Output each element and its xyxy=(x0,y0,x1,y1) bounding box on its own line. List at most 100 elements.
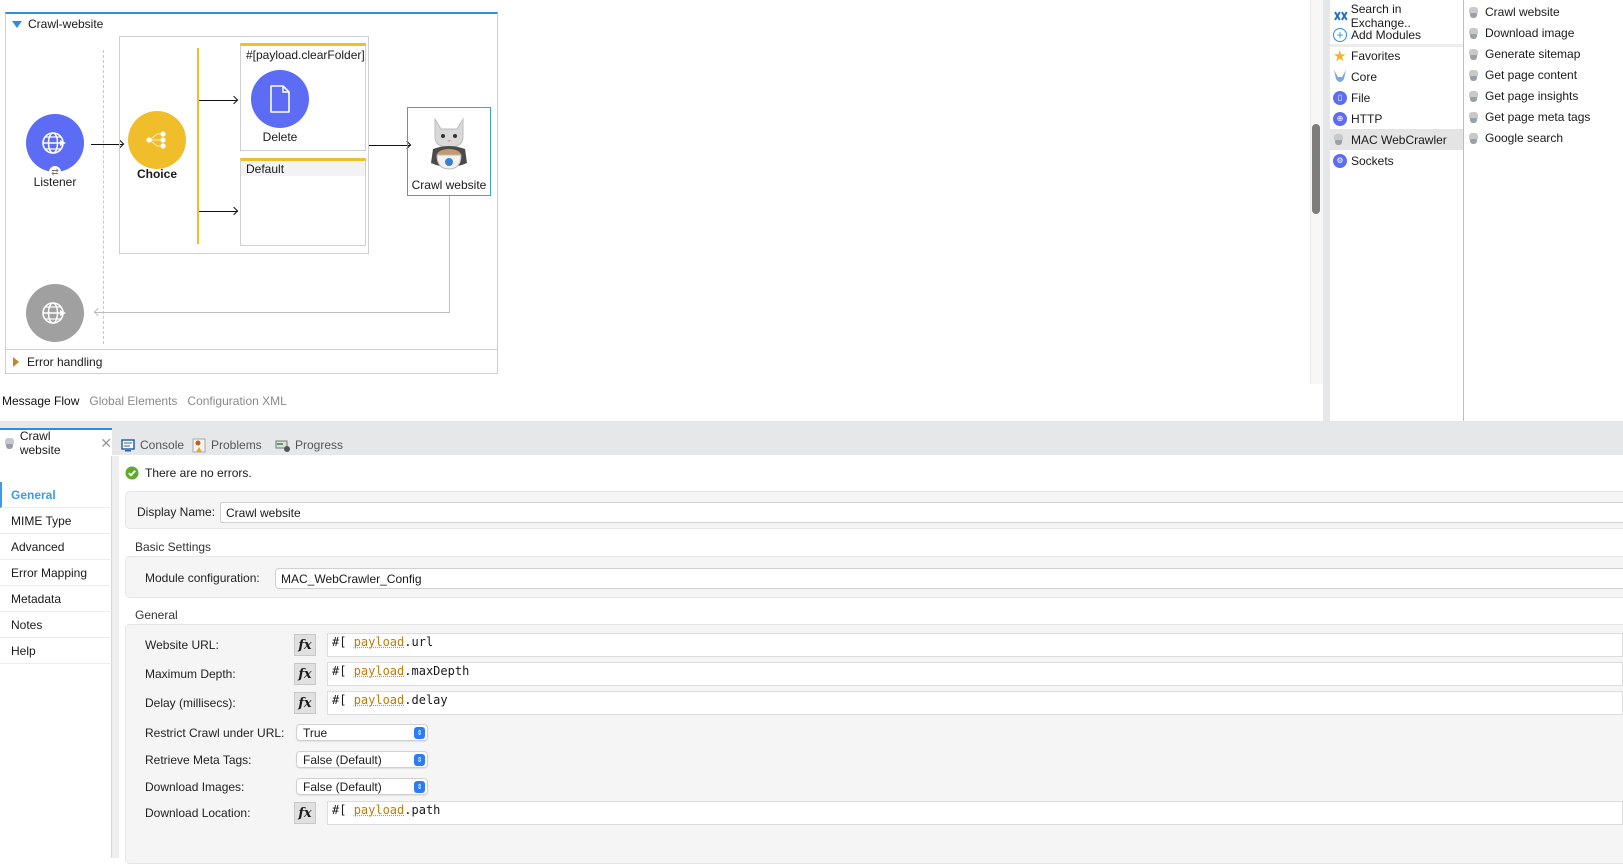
add-modules-button[interactable]: + Add Modules xyxy=(1330,24,1463,45)
expr-prefix: #[ xyxy=(332,664,347,678)
palette-categories: Search in Exchange.. + Add Modules ★ Fav… xyxy=(1330,0,1464,421)
category-label: Favorites xyxy=(1351,48,1401,63)
tab-message-flow[interactable]: Message Flow xyxy=(2,394,79,408)
palette-splitter[interactable] xyxy=(1323,0,1330,421)
download-location-input[interactable]: #[ payload.path xyxy=(327,801,1623,825)
delay-input[interactable]: #[ payload.delay xyxy=(327,691,1623,715)
operation-download-image[interactable]: Download image xyxy=(1468,26,1574,40)
nav-notes[interactable]: Notes xyxy=(0,612,112,638)
fx-toggle-button[interactable]: fx xyxy=(294,692,316,714)
webcrawler-icon xyxy=(1468,90,1479,103)
operation-label: Get page content xyxy=(1485,68,1578,82)
expr-field: .delay xyxy=(404,693,448,707)
globe-icon xyxy=(42,132,66,154)
operation-google-search[interactable]: Google search xyxy=(1468,131,1563,145)
display-name-label: Display Name: xyxy=(137,505,216,519)
palette-scrollbar-thumb[interactable] xyxy=(1312,124,1320,214)
delay-label: Delay (millisecs): xyxy=(145,696,236,710)
editor-tab-crawl-website[interactable]: Crawl website ✕ xyxy=(0,428,112,457)
collapse-icon[interactable] xyxy=(12,20,22,28)
expr-prefix: #[ xyxy=(332,693,347,707)
fx-toggle-button[interactable]: fx xyxy=(294,802,316,824)
nav-splitter[interactable] xyxy=(112,456,119,858)
listener-response[interactable] xyxy=(26,284,84,342)
webcrawler-mascot-icon xyxy=(431,117,467,170)
status-message: There are no errors. xyxy=(125,466,252,480)
webcrawler-icon xyxy=(1468,69,1479,82)
search-exchange-button[interactable]: Search in Exchange.. xyxy=(1330,2,1463,30)
select-value: False (Default) xyxy=(303,752,382,767)
operation-label: Get page meta tags xyxy=(1485,110,1591,124)
nav-metadata[interactable]: Metadata xyxy=(0,586,112,612)
listener-component[interactable] xyxy=(26,114,84,172)
module-config-select[interactable]: MAC_WebCrawler_Config xyxy=(275,568,1623,589)
fx-toggle-button[interactable]: fx xyxy=(294,634,316,656)
sockets-icon: ⚙ xyxy=(1333,153,1347,168)
download-images-select[interactable]: False (Default) ⇕ xyxy=(296,778,428,795)
expr-keyword: payload xyxy=(353,635,405,649)
category-http[interactable]: ⊕ HTTP xyxy=(1330,108,1463,129)
operation-get-page-content[interactable]: Get page content xyxy=(1468,68,1577,82)
fx-toggle-button[interactable]: fx xyxy=(294,663,316,685)
close-icon[interactable]: ✕ xyxy=(100,435,112,452)
category-favorites[interactable]: ★ Favorites xyxy=(1330,45,1463,66)
nav-general[interactable]: General xyxy=(0,482,112,508)
flow-canvas[interactable]: Crawl-website ⇄ Listener Choice #[payloa… xyxy=(5,12,498,374)
webcrawler-icon xyxy=(4,437,15,450)
category-core[interactable]: Core xyxy=(1330,66,1463,87)
nav-mime-type[interactable]: MIME Type xyxy=(0,508,112,534)
operation-generate-sitemap[interactable]: Generate sitemap xyxy=(1468,47,1580,61)
website-url-label: Website URL: xyxy=(145,638,219,652)
delete-label: Delete xyxy=(262,130,298,144)
error-handling-section[interactable]: Error handling xyxy=(6,349,497,373)
expr-field: .url xyxy=(404,635,434,649)
add-modules-label: Add Modules xyxy=(1351,27,1422,42)
mule-icon xyxy=(1334,69,1346,82)
select-value: False (Default) xyxy=(303,779,382,794)
display-name-input[interactable]: Crawl website xyxy=(220,502,1623,523)
default-route[interactable]: Default xyxy=(240,158,366,246)
operation-get-page-meta-tags[interactable]: Get page meta tags xyxy=(1468,110,1590,124)
updown-chevron-icon: ⇕ xyxy=(414,754,425,766)
listener-label: Listener xyxy=(33,175,77,189)
category-sockets[interactable]: ⚙ Sockets xyxy=(1330,150,1463,171)
retrieve-meta-tags-label: Retrieve Meta Tags: xyxy=(145,753,252,767)
problems-icon xyxy=(192,438,206,452)
operation-label: Crawl website xyxy=(1485,5,1560,19)
choice-router[interactable] xyxy=(128,111,186,169)
retrieve-meta-tags-select[interactable]: False (Default) ⇕ xyxy=(296,751,428,768)
view-tabs: Message Flow Global Elements Configurati… xyxy=(2,394,287,408)
editor-tab-label: Crawl website xyxy=(19,429,61,457)
nav-error-mapping[interactable]: Error Mapping xyxy=(0,560,112,586)
operation-label: Get page insights xyxy=(1485,89,1579,103)
general-title: General xyxy=(135,608,178,622)
nav-advanced[interactable]: Advanced xyxy=(0,534,112,560)
general-section xyxy=(125,624,1623,864)
operation-crawl-website[interactable]: Crawl website xyxy=(1468,5,1560,19)
expand-icon[interactable] xyxy=(13,356,19,367)
operation-label: Google search xyxy=(1485,131,1564,145)
category-label: Core xyxy=(1351,69,1378,84)
crawl-website-component[interactable]: Crawl website xyxy=(407,107,491,196)
website-url-input[interactable]: #[ payload.url xyxy=(327,633,1623,657)
crawl-website-label: Crawl website xyxy=(411,178,487,192)
tab-global-elements[interactable]: Global Elements xyxy=(89,394,177,408)
restrict-crawl-label: Restrict Crawl under URL: xyxy=(145,726,285,740)
webcrawler-icon xyxy=(1333,133,1344,146)
webcrawler-icon xyxy=(1468,132,1479,145)
globe-icon xyxy=(42,302,66,324)
delete-component[interactable] xyxy=(251,70,309,128)
restrict-crawl-select[interactable]: True ⇕ xyxy=(296,724,428,741)
tab-configuration-xml[interactable]: Configuration XML xyxy=(187,394,286,408)
operation-get-page-insights[interactable]: Get page insights xyxy=(1468,89,1578,103)
max-depth-label: Maximum Depth: xyxy=(145,667,236,681)
flow-header[interactable]: Crawl-website xyxy=(12,17,103,31)
nav-help[interactable]: Help xyxy=(0,638,112,664)
category-mac-webcrawler[interactable]: MAC WebCrawler xyxy=(1330,129,1463,150)
max-depth-input[interactable]: #[ payload.maxDepth xyxy=(327,662,1623,686)
download-location-label: Download Location: xyxy=(145,806,251,820)
webcrawler-icon xyxy=(1468,48,1479,61)
category-file[interactable]: ▯ File xyxy=(1330,87,1463,108)
select-value: True xyxy=(303,725,328,740)
return-connector xyxy=(449,196,450,312)
